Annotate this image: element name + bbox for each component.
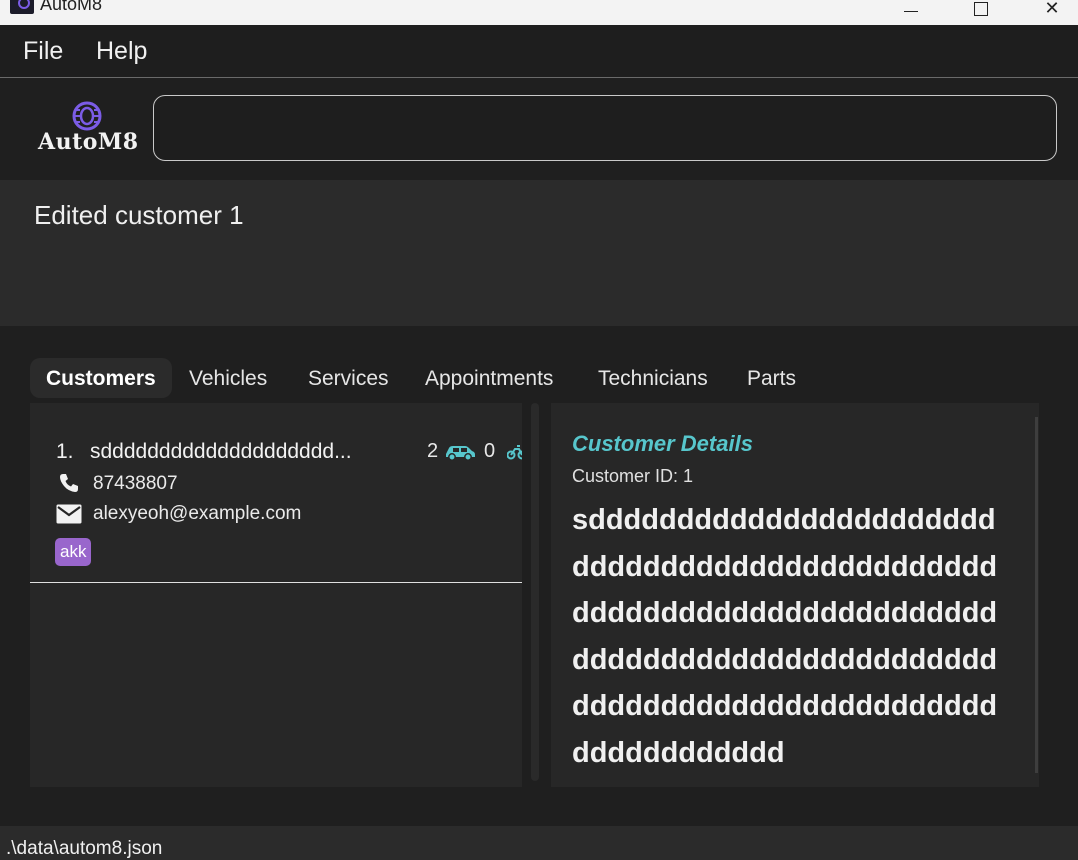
app-icon bbox=[10, 0, 34, 14]
car-icon bbox=[446, 446, 475, 461]
details-scrollbar[interactable] bbox=[1035, 417, 1038, 773]
tab-customers[interactable]: Customers bbox=[30, 358, 172, 398]
close-button[interactable]: ✕ bbox=[1029, 0, 1075, 20]
minimize-icon bbox=[904, 10, 918, 12]
title-bar: AutoM8 ✕ bbox=[0, 0, 1078, 25]
list-item[interactable]: 1. sdddddddddddddddddddd... 2 0 87438807… bbox=[30, 403, 522, 583]
details-title: Customer Details bbox=[572, 431, 753, 456]
minimize-button[interactable] bbox=[888, 0, 934, 20]
tab-vehicles[interactable]: Vehicles bbox=[173, 358, 283, 398]
customer-email: alexyeoh@example.com bbox=[93, 503, 302, 524]
vehicle-count: 2 bbox=[427, 440, 439, 462]
window-title: AutoM8 bbox=[40, 0, 103, 14]
status-bar: .\data\autom8.json bbox=[0, 826, 1078, 860]
email-icon bbox=[56, 504, 82, 524]
result-display: Edited customer 1 bbox=[0, 180, 1078, 326]
customer-phone: 87438807 bbox=[93, 473, 178, 494]
data-file-path: .\data\autom8.json bbox=[6, 838, 163, 859]
maximize-icon bbox=[974, 2, 988, 16]
close-icon: ✕ bbox=[1044, 0, 1060, 18]
appointment-count: 0 bbox=[484, 440, 496, 462]
tab-appointments[interactable]: Appointments bbox=[409, 358, 569, 398]
app-logo: AutoM8 bbox=[36, 99, 138, 159]
tire-icon bbox=[72, 101, 102, 131]
motorcycle-icon bbox=[507, 445, 522, 460]
tag-badge: akk bbox=[55, 538, 92, 566]
result-message: Edited customer 1 bbox=[34, 200, 244, 230]
phone-icon bbox=[60, 474, 78, 492]
customer-list[interactable]: 1. sdddddddddddddddddddd... 2 0 87438807… bbox=[30, 403, 522, 787]
customer-name: sdddddddddddddddddddd... bbox=[90, 440, 352, 463]
tab-technicians[interactable]: Technicians bbox=[582, 358, 724, 398]
maximize-button[interactable] bbox=[958, 0, 1004, 20]
menu-bar: File Help bbox=[0, 25, 1078, 78]
customer-id: Customer ID: 1 bbox=[572, 466, 694, 486]
tab-services[interactable]: Services bbox=[292, 358, 405, 398]
menu-help[interactable]: Help bbox=[96, 37, 147, 66]
logo-text: AutoM8 bbox=[38, 129, 139, 155]
split-pane-divider[interactable] bbox=[531, 403, 539, 781]
customer-index: 1. bbox=[56, 440, 74, 463]
menu-file[interactable]: File bbox=[23, 37, 63, 66]
tab-parts[interactable]: Parts bbox=[731, 358, 812, 398]
customer-details-panel: Customer Details Customer ID: 1 sddddddd… bbox=[551, 403, 1039, 787]
command-input[interactable] bbox=[153, 95, 1057, 161]
details-customer-name: sddddddddddddddddddddddddddddddddddddddd… bbox=[572, 504, 998, 769]
